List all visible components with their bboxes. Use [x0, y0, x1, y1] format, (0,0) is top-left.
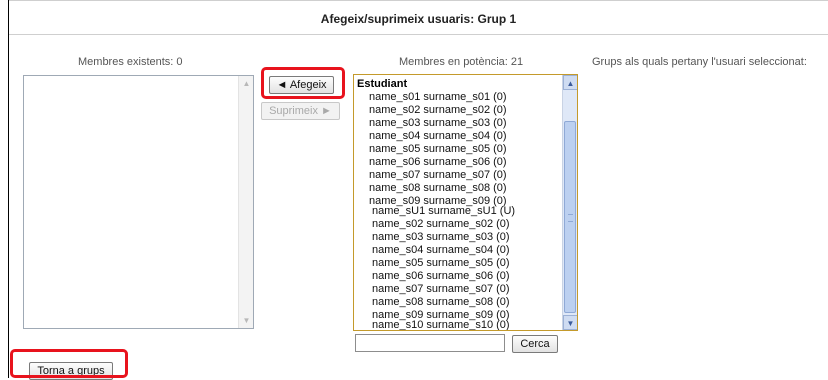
list-item[interactable]: name_s04 surname_s04 (0)	[372, 245, 510, 256]
page-border-top	[8, 0, 828, 1]
scroll-down-icon[interactable]: ▼	[563, 315, 577, 330]
search-button[interactable]: Cerca	[512, 335, 558, 353]
list-item[interactable]: name_s04 surname_s04 (0)	[369, 131, 507, 142]
remove-button[interactable]: Suprimeix ►	[261, 102, 340, 120]
user-groups-heading: Grups als quals pertany l'usuari selecci…	[592, 56, 807, 68]
scroll-up-icon[interactable]: ▲	[239, 76, 254, 91]
page-border-left	[8, 0, 9, 378]
list-item[interactable]: name_s08 surname_s08 (0)	[372, 297, 510, 308]
optgroup-label: Estudiant	[357, 78, 408, 90]
scroll-up-icon[interactable]: ▲	[563, 75, 577, 90]
list-item[interactable]: name_s07 surname_s07 (0)	[369, 170, 507, 181]
grip-icon	[568, 214, 573, 222]
list-item[interactable]: name_s05 surname_s05 (0)	[372, 258, 510, 269]
list-item[interactable]: name_s10 surname_s10 (0)	[372, 320, 510, 331]
page-title: Afegeix/suprimeix usuaris: Grup 1	[9, 8, 828, 35]
list-item[interactable]: name_s06 surname_s06 (0)	[372, 271, 510, 282]
list-item[interactable]: name_s02 surname_s02 (0)	[372, 219, 510, 230]
back-button-highlight	[10, 349, 128, 378]
list-item[interactable]: name_s01 surname_s01 (0)	[369, 92, 507, 103]
list-item[interactable]: name_s03 surname_s03 (0)	[369, 118, 507, 129]
list-item[interactable]: name_s08 surname_s08 (0)	[369, 183, 507, 194]
list-item[interactable]: name_s05 surname_s05 (0)	[369, 144, 507, 155]
search-input[interactable]	[355, 334, 505, 352]
potential-members-scrollbar[interactable]: ▲ ▼	[562, 75, 577, 330]
scrollbar-thumb[interactable]	[564, 121, 576, 313]
potential-members-heading: Membres en potència: 21	[399, 56, 524, 68]
existing-members-heading: Membres existents: 0	[78, 56, 183, 68]
add-button-highlight	[261, 67, 345, 99]
scroll-down-icon[interactable]: ▼	[239, 313, 254, 328]
list-item[interactable]: name_s07 surname_s07 (0)	[372, 284, 510, 295]
potential-members-list[interactable]: Estudiant name_s01 surname_s01 (0) name_s…	[353, 74, 578, 331]
list-item[interactable]: name_s06 surname_s06 (0)	[369, 157, 507, 168]
list-item[interactable]: name_s02 surname_s02 (0)	[369, 105, 507, 116]
existing-members-list[interactable]: ▲ ▼	[23, 75, 254, 329]
list-item[interactable]: name_sU1 surname_sU1 (U)	[372, 206, 515, 217]
list-item[interactable]: name_s03 surname_s03 (0)	[372, 232, 510, 243]
existing-members-scrollbar[interactable]: ▲ ▼	[238, 76, 253, 328]
